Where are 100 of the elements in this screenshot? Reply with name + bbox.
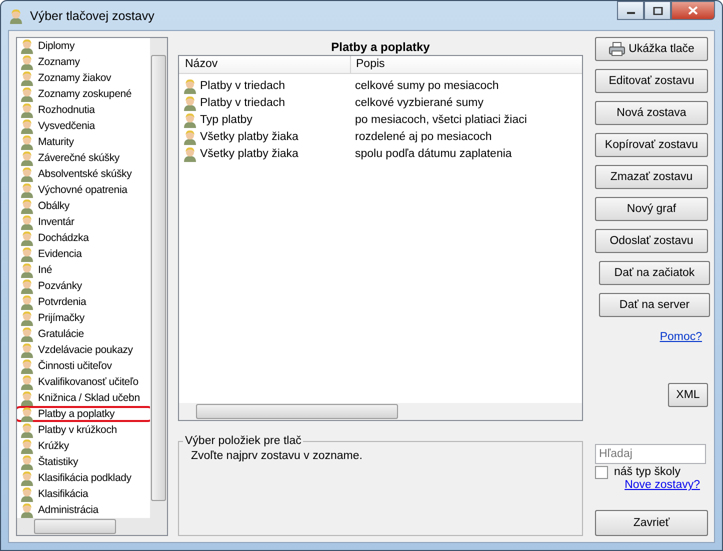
person-icon [182,146,198,162]
report-name[interactable]: Platby v triedach [200,80,286,92]
horizontal-scrollbar[interactable] [179,403,582,420]
person-icon [19,470,35,486]
category-item[interactable]: Zoznamy zoskupené [17,86,150,102]
column-header[interactable]: Názov [179,56,351,73]
category-item[interactable]: Administrácia [17,502,150,518]
report-description: spolu podľa dátumu zaplatenia [354,148,512,160]
category-item[interactable]: Potvrdenia [17,294,150,310]
category-item[interactable]: Pozvánky [17,278,150,294]
person-icon [182,128,198,144]
panel-title: Platby a poplatky [330,39,431,55]
category-item[interactable]: Klasifikácia podklady [17,470,150,486]
person-icon [19,150,35,166]
minimize-button[interactable] [617,1,644,20]
person-icon [19,422,35,438]
person-icon [19,374,35,390]
person-icon [19,486,35,502]
window-title: Výber tlačovej zostavy [30,8,154,22]
person-icon [19,86,35,102]
report-description: po mesiacoch, všetci platiaci žiaci [354,114,527,126]
person-icon [19,118,35,134]
category-item[interactable]: Evidencia [17,246,150,262]
report-name[interactable]: Platby v triedach [200,96,286,108]
maximize-button[interactable] [644,1,671,20]
report-description: celkové vyzbierané sumy [354,96,484,108]
category-item[interactable]: Maturity [17,134,150,150]
category-item[interactable]: Obálky [17,198,150,214]
category-item[interactable]: Absolventské skúšky [17,166,150,182]
category-item[interactable]: Diplomy [17,38,150,54]
category-item[interactable]: Zoznamy žiakov [17,70,150,86]
maximize-icon [652,6,662,14]
person-icon [19,54,35,70]
person-icon [19,502,35,518]
category-item[interactable]: Činnosti učiteľov [17,358,150,374]
category-item[interactable]: Vysvedčenia [17,118,150,134]
action-button[interactable]: Odoslať zostavu [595,229,708,253]
report-description: celkové sumy po mesiacoch [354,80,499,92]
person-icon [182,112,198,128]
category-item[interactable]: Knižnica / Sklad učebn [17,390,150,406]
category-item[interactable]: Výchovné opatrenia [17,182,150,198]
column-header[interactable]: Popis [351,56,385,73]
report-name[interactable]: Typ platby [200,114,252,126]
category-item[interactable]: Inventár [17,214,150,230]
person-icon [19,246,35,262]
person-icon [19,182,35,198]
vertical-scrollbar[interactable] [150,38,167,518]
help-link[interactable]: Pomoc? [660,331,702,343]
person-icon [19,454,35,470]
report-description: rozdelené aj po mesiacoch [354,130,492,142]
checkbox[interactable] [595,466,608,478]
category-item[interactable]: Platby v krúžkoch [17,422,150,438]
group-title: Výber položiek pre tlač [184,435,302,447]
close-dialog-button[interactable]: Zavrieť [595,510,708,536]
category-item[interactable]: Zoznamy [17,54,150,70]
person-icon [19,406,35,422]
category-item[interactable]: Gratulácie [17,326,150,342]
action-button[interactable]: Dať na server [599,293,710,317]
new-reports-link[interactable]: Nove zostavy? [624,479,700,492]
person-icon [19,214,35,230]
category-item[interactable]: Štatistiky [17,454,150,470]
person-icon [19,310,35,326]
action-button[interactable]: Editovať zostavu [595,69,708,93]
person-icon [182,94,198,110]
person-icon [19,294,35,310]
category-item[interactable]: Iné [17,262,150,278]
action-button[interactable]: Nová zostava [595,101,708,125]
close-button[interactable] [671,1,715,20]
person-icon [19,326,35,342]
person-icon [19,230,35,246]
action-button[interactable]: Zmazať zostavu [595,165,708,189]
category-item[interactable]: Kvalifikovanosť učiteľo [17,374,150,390]
category-item[interactable]: Dochádzka [17,230,150,246]
horizontal-scrollbar[interactable] [17,518,167,535]
search-field[interactable]: Hľadaj [595,444,706,464]
action-button[interactable]: Dať na začiatok [599,261,710,285]
report-name[interactable]: Všetky platby žiaka [200,148,298,160]
category-item[interactable]: Prijímačky [17,310,150,326]
person-icon [8,8,24,24]
person-icon [19,358,35,374]
category-item[interactable]: Krúžky [17,438,150,454]
category-item[interactable]: Záverečné skúšky [17,150,150,166]
person-icon [19,198,35,214]
action-button[interactable]: Nový graf [595,197,708,221]
person-icon [19,262,35,278]
action-button[interactable]: Kopírovať zostavu [595,133,708,157]
printer-icon [608,42,625,56]
category-item[interactable]: Klasifikácia [17,486,150,502]
person-icon [19,438,35,454]
xml-button[interactable]: XML [668,383,708,407]
category-item[interactable]: Vzdelávacie poukazy [17,342,150,358]
category-item[interactable]: Rozhodnutia [17,102,150,118]
selection-message: Zvoľte najprv zostavu v zozname. [191,450,364,462]
report-name[interactable]: Všetky platby žiaka [200,130,298,142]
person-icon [19,102,35,118]
person-icon [182,78,198,94]
person-icon [19,166,35,182]
person-icon [19,390,35,406]
person-icon [19,70,35,86]
action-button[interactable]: Ukážka tlače [595,37,708,61]
